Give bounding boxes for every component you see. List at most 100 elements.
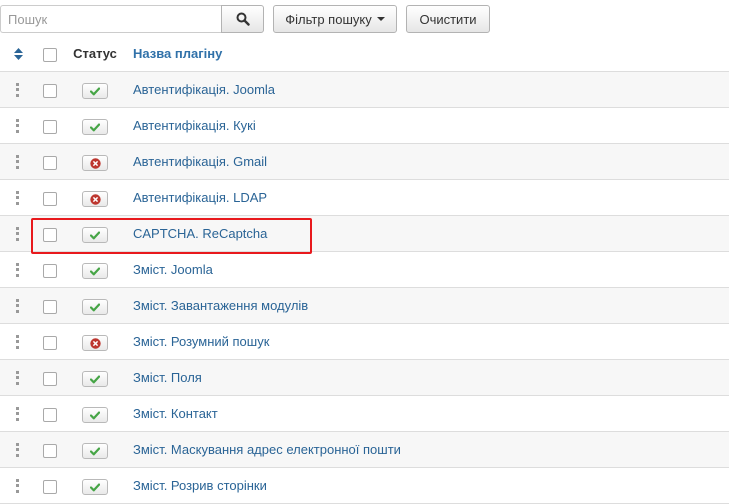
check-icon [90, 87, 100, 95]
table-row: Автентифікація. Кукі [0, 108, 729, 144]
row-checkbox[interactable] [43, 156, 57, 170]
drag-handle[interactable] [8, 432, 28, 467]
table-row: Автентифікація. Gmail [0, 144, 729, 180]
row-checkbox[interactable] [43, 336, 57, 350]
filter-search-label: Фільтр пошуку [285, 11, 372, 27]
drag-handle-icon [16, 442, 20, 457]
drag-handle-icon [16, 370, 20, 385]
plugin-name-link[interactable]: Зміст. Розумний пошук [133, 334, 269, 349]
select-all-checkbox[interactable] [43, 48, 57, 62]
status-toggle-button[interactable] [82, 443, 108, 459]
plugin-name-link[interactable]: Зміст. Контакт [133, 406, 218, 421]
toolbar: Фільтр пошуку Очистити [0, 5, 729, 35]
plugin-name-link[interactable]: Автентифікація. Joomla [133, 82, 275, 97]
drag-handle-icon [16, 262, 20, 277]
plugin-name-link[interactable]: Зміст. Розрив сторінки [133, 478, 267, 493]
status-toggle-button[interactable] [82, 227, 108, 243]
row-checkbox[interactable] [43, 264, 57, 278]
check-icon [90, 231, 100, 239]
plugin-name-link[interactable]: Автентифікація. LDAP [133, 190, 267, 205]
check-icon [90, 303, 100, 311]
drag-handle[interactable] [8, 144, 28, 179]
plugin-name-link[interactable]: Зміст. Joomla [133, 262, 213, 277]
row-checkbox[interactable] [43, 372, 57, 386]
check-icon [90, 411, 100, 419]
search-button[interactable] [221, 5, 264, 33]
drag-handle[interactable] [8, 216, 28, 251]
drag-handle-icon [16, 334, 20, 349]
disabled-icon [89, 157, 101, 169]
status-toggle-button[interactable] [82, 407, 108, 423]
plugins-table: Статус Назва плагіну Автентифікація. Joo… [0, 36, 729, 504]
clear-button[interactable]: Очистити [406, 5, 490, 33]
row-checkbox[interactable] [43, 300, 57, 314]
clear-label: Очистити [419, 11, 477, 27]
check-icon [90, 267, 100, 275]
table-row: Зміст. Завантаження модулів [0, 288, 729, 324]
status-toggle-button[interactable] [82, 119, 108, 135]
drag-handle[interactable] [8, 468, 28, 503]
drag-handle[interactable] [8, 360, 28, 395]
plugin-name-link[interactable]: Зміст. Завантаження модулів [133, 298, 308, 313]
drag-handle[interactable] [8, 252, 28, 287]
row-checkbox[interactable] [43, 120, 57, 134]
plugin-name-link[interactable]: Зміст. Маскування адрес електронної пошт… [133, 442, 401, 457]
row-checkbox[interactable] [43, 444, 57, 458]
table-row: Зміст. Маскування адрес електронної пошт… [0, 432, 729, 468]
table-header: Статус Назва плагіну [0, 36, 729, 72]
table-row: Автентифікація. Joomla [0, 72, 729, 108]
row-checkbox[interactable] [43, 192, 57, 206]
table-row: Зміст. Розрив сторінки [0, 468, 729, 504]
check-icon [90, 447, 100, 455]
plugin-name-header[interactable]: Назва плагіну [133, 46, 222, 61]
drag-handle-icon [16, 478, 20, 493]
status-toggle-button[interactable] [82, 263, 108, 279]
table-row: Зміст. Поля [0, 360, 729, 396]
status-header[interactable]: Статус [73, 46, 117, 61]
drag-handle-icon [16, 406, 20, 421]
table-row: CAPTCHA. ReCaptcha [0, 216, 729, 252]
status-toggle-button[interactable] [82, 155, 108, 171]
check-icon [90, 123, 100, 131]
table-row: Автентифікація. LDAP [0, 180, 729, 216]
sort-icon [13, 47, 23, 60]
row-checkbox[interactable] [43, 480, 57, 494]
status-toggle-button[interactable] [82, 83, 108, 99]
drag-handle[interactable] [8, 288, 28, 323]
table-row: Зміст. Joomla [0, 252, 729, 288]
search-icon [236, 12, 250, 26]
table-row: Зміст. Розумний пошук [0, 324, 729, 360]
status-toggle-button[interactable] [82, 479, 108, 495]
drag-handle[interactable] [8, 324, 28, 359]
row-checkbox[interactable] [43, 84, 57, 98]
disabled-icon [89, 193, 101, 205]
row-checkbox[interactable] [43, 228, 57, 242]
caret-down-icon [376, 17, 385, 21]
drag-handle[interactable] [8, 396, 28, 431]
drag-handle-icon [16, 190, 20, 205]
status-toggle-button[interactable] [82, 371, 108, 387]
table-body: Автентифікація. Joomla Автентифікація. Ку… [0, 72, 729, 504]
row-checkbox[interactable] [43, 408, 57, 422]
drag-handle-icon [16, 226, 20, 241]
status-toggle-button[interactable] [82, 299, 108, 315]
drag-handle-icon [16, 118, 20, 133]
plugin-name-link[interactable]: Автентифікація. Кукі [133, 118, 256, 133]
plugin-name-link[interactable]: Зміст. Поля [133, 370, 202, 385]
drag-handle-icon [16, 298, 20, 313]
drag-handle[interactable] [8, 108, 28, 143]
check-icon [90, 375, 100, 383]
filter-search-button[interactable]: Фільтр пошуку [273, 5, 397, 33]
disabled-icon [89, 337, 101, 349]
sort-ordering-button[interactable] [8, 36, 28, 71]
plugin-name-link[interactable]: CAPTCHA. ReCaptcha [133, 226, 267, 241]
drag-handle-icon [16, 82, 20, 97]
plugin-name-link[interactable]: Автентифікація. Gmail [133, 154, 267, 169]
status-toggle-button[interactable] [82, 191, 108, 207]
drag-handle[interactable] [8, 72, 28, 107]
check-icon [90, 483, 100, 491]
status-toggle-button[interactable] [82, 335, 108, 351]
search-input[interactable] [0, 5, 221, 33]
drag-handle[interactable] [8, 180, 28, 215]
table-row: Зміст. Контакт [0, 396, 729, 432]
